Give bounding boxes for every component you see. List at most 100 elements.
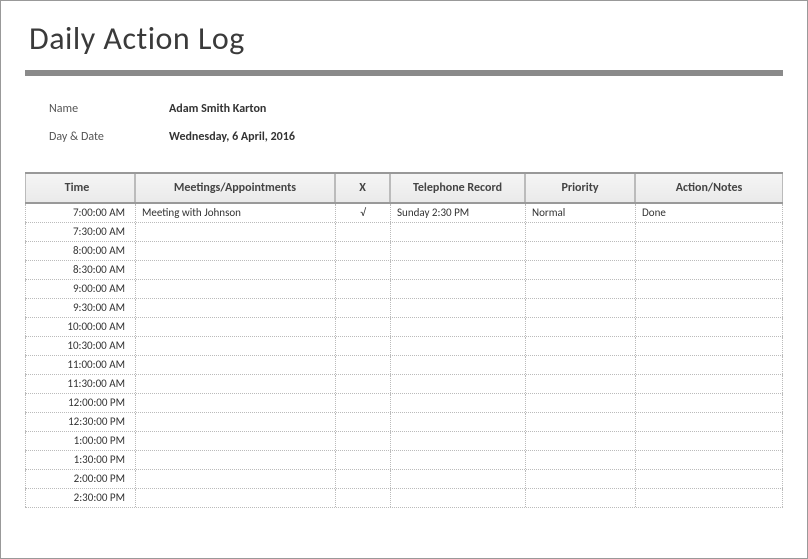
cell-meetings — [135, 261, 335, 279]
meta-section: Name Adam Smith Karton Day & Date Wednes… — [1, 76, 807, 172]
cell-action — [635, 299, 783, 317]
cell-x — [335, 280, 390, 298]
cell-action — [635, 470, 783, 488]
table-row: 2:00:00 PM — [25, 470, 783, 489]
cell-priority — [525, 299, 635, 317]
cell-meetings — [135, 470, 335, 488]
table-row: 2:30:00 PM — [25, 489, 783, 508]
cell-action — [635, 318, 783, 336]
cell-x — [335, 299, 390, 317]
meta-name-label: Name — [49, 102, 169, 116]
cell-meetings — [135, 489, 335, 507]
action-grid: Time Meetings/Appointments X Telephone R… — [25, 172, 783, 508]
cell-time: 11:00:00 AM — [25, 356, 135, 374]
title-block: Daily Action Log — [1, 1, 807, 64]
cell-x: √ — [335, 204, 390, 222]
cell-priority — [525, 337, 635, 355]
cell-telephone — [390, 489, 525, 507]
grid-body: 7:00:00 AMMeeting with Johnson√Sunday 2:… — [25, 204, 783, 508]
cell-time: 2:00:00 PM — [25, 470, 135, 488]
cell-action — [635, 432, 783, 450]
table-row: 9:30:00 AM — [25, 299, 783, 318]
document-frame: Daily Action Log Name Adam Smith Karton … — [0, 0, 808, 559]
cell-telephone — [390, 413, 525, 431]
cell-telephone — [390, 318, 525, 336]
cell-telephone — [390, 432, 525, 450]
cell-telephone — [390, 280, 525, 298]
cell-priority — [525, 223, 635, 241]
cell-action — [635, 337, 783, 355]
cell-x — [335, 489, 390, 507]
cell-meetings — [135, 337, 335, 355]
cell-priority — [525, 413, 635, 431]
table-row: 11:00:00 AM — [25, 356, 783, 375]
cell-x — [335, 242, 390, 260]
cell-priority — [525, 394, 635, 412]
cell-priority — [525, 356, 635, 374]
col-header-meetings: Meetings/Appointments — [135, 174, 335, 202]
table-row: 7:30:00 AM — [25, 223, 783, 242]
cell-time: 12:30:00 PM — [25, 413, 135, 431]
col-header-priority: Priority — [525, 174, 635, 202]
cell-telephone — [390, 470, 525, 488]
cell-meetings — [135, 223, 335, 241]
cell-meetings — [135, 242, 335, 260]
cell-priority — [525, 451, 635, 469]
cell-x — [335, 413, 390, 431]
cell-meetings — [135, 451, 335, 469]
cell-time: 12:00:00 PM — [25, 394, 135, 412]
cell-action — [635, 261, 783, 279]
cell-x — [335, 223, 390, 241]
cell-time: 8:30:00 AM — [25, 261, 135, 279]
cell-priority — [525, 261, 635, 279]
cell-x — [335, 375, 390, 393]
cell-x — [335, 337, 390, 355]
cell-time: 10:30:00 AM — [25, 337, 135, 355]
cell-telephone — [390, 375, 525, 393]
cell-x — [335, 394, 390, 412]
table-row: 10:30:00 AM — [25, 337, 783, 356]
table-row: 12:00:00 PM — [25, 394, 783, 413]
meta-row-name: Name Adam Smith Karton — [49, 102, 807, 116]
cell-action — [635, 489, 783, 507]
meta-date-value: Wednesday, 6 April, 2016 — [169, 130, 295, 144]
table-row: 11:30:00 AM — [25, 375, 783, 394]
col-header-action: Action/Notes — [635, 174, 783, 202]
cell-meetings — [135, 375, 335, 393]
cell-priority — [525, 280, 635, 298]
col-header-telephone: Telephone Record — [390, 174, 525, 202]
cell-action — [635, 375, 783, 393]
cell-telephone — [390, 356, 525, 374]
cell-time: 9:30:00 AM — [25, 299, 135, 317]
cell-action — [635, 223, 783, 241]
cell-x — [335, 261, 390, 279]
meta-date-label: Day & Date — [49, 130, 169, 144]
cell-action — [635, 280, 783, 298]
cell-time: 7:30:00 AM — [25, 223, 135, 241]
cell-time: 2:30:00 PM — [25, 489, 135, 507]
cell-telephone — [390, 223, 525, 241]
cell-time: 10:00:00 AM — [25, 318, 135, 336]
cell-priority — [525, 242, 635, 260]
cell-time: 8:00:00 AM — [25, 242, 135, 260]
meta-row-date: Day & Date Wednesday, 6 April, 2016 — [49, 130, 807, 144]
cell-telephone — [390, 261, 525, 279]
cell-x — [335, 356, 390, 374]
cell-action — [635, 356, 783, 374]
cell-time: 1:00:00 PM — [25, 432, 135, 450]
cell-meetings — [135, 356, 335, 374]
cell-x — [335, 318, 390, 336]
cell-meetings — [135, 280, 335, 298]
meta-name-value: Adam Smith Karton — [169, 102, 266, 116]
cell-x — [335, 470, 390, 488]
cell-telephone: Sunday 2:30 PM — [390, 204, 525, 222]
table-row: 12:30:00 PM — [25, 413, 783, 432]
grid-header-row: Time Meetings/Appointments X Telephone R… — [25, 174, 783, 204]
page-title: Daily Action Log — [29, 19, 779, 58]
cell-time: 9:00:00 AM — [25, 280, 135, 298]
cell-time: 7:00:00 AM — [25, 204, 135, 222]
cell-priority — [525, 432, 635, 450]
cell-meetings — [135, 413, 335, 431]
cell-priority — [525, 470, 635, 488]
cell-telephone — [390, 394, 525, 412]
